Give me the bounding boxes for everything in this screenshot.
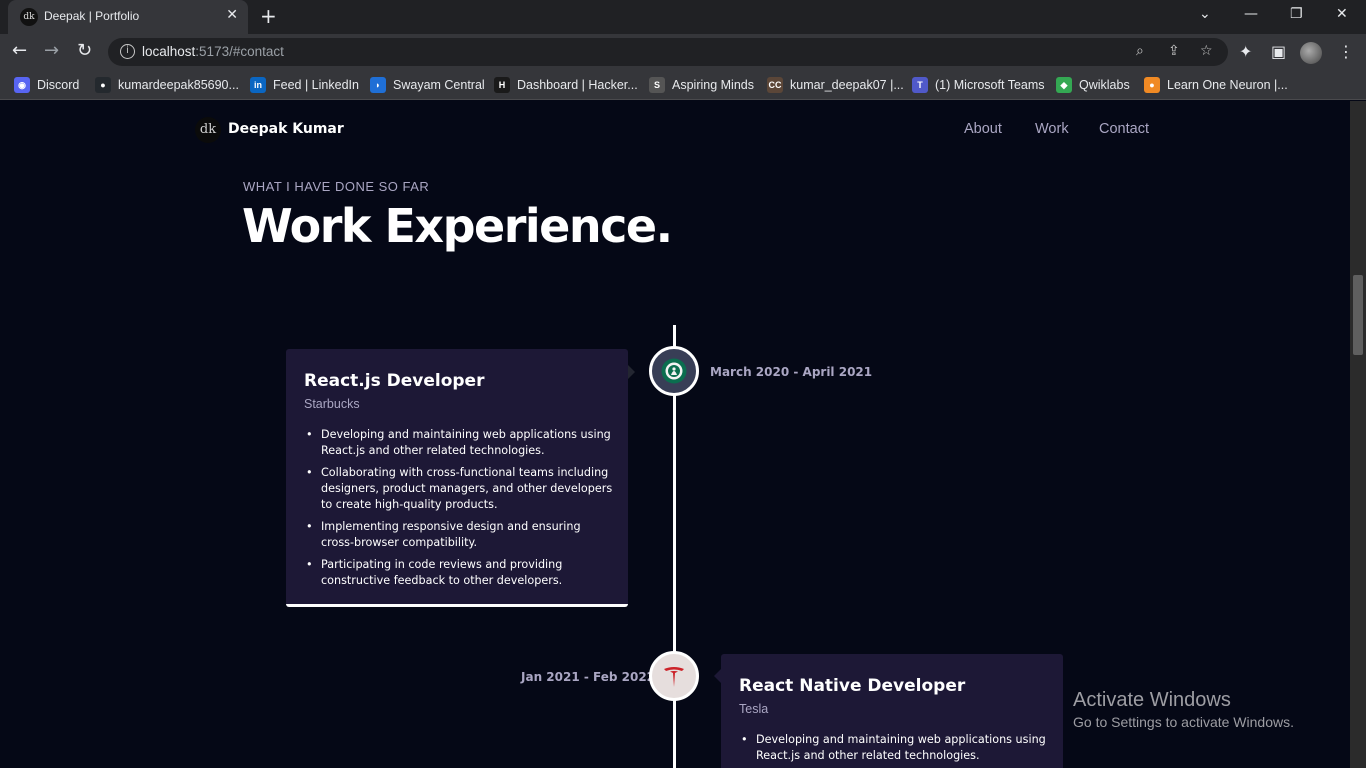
- starbucks-icon: [661, 358, 687, 384]
- experience-title: React Native Developer: [739, 676, 966, 696]
- experience-points: Developing and maintaining web applicati…: [304, 427, 616, 595]
- back-icon[interactable]: ←: [12, 40, 27, 61]
- watermark-subtitle: Go to Settings to activate Windows.: [1073, 714, 1294, 730]
- bookmark-item[interactable]: T (1) Microsoft Teams: [912, 76, 1045, 94]
- bookmarks-bar: ◉ Discord ● kumardeepak85690... in Feed | Lin…: [0, 70, 1366, 100]
- restore-icon[interactable]: ❐: [1290, 6, 1303, 22]
- close-tab-icon[interactable]: ✕: [226, 7, 238, 23]
- github-icon: ●: [95, 77, 111, 93]
- teams-icon: T: [912, 77, 928, 93]
- codechef-icon: CC: [767, 77, 783, 93]
- bookmark-label: (1) Microsoft Teams: [935, 78, 1045, 92]
- watermark-title: Activate Windows: [1073, 689, 1231, 711]
- forward-icon[interactable]: →: [44, 40, 59, 61]
- bookmark-label: Qwiklabs: [1079, 78, 1130, 92]
- zoom-icon[interactable]: ⌕: [1136, 43, 1144, 59]
- bookmark-label: Feed | LinkedIn: [273, 78, 359, 92]
- oneneuron-icon: ●: [1144, 77, 1160, 93]
- bookmark-item[interactable]: ● kumardeepak85690...: [95, 76, 239, 94]
- tab-favicon-icon: dk: [20, 8, 38, 26]
- browser-toolbar: ← → ↻ i localhost:5173/#contact ⌕ ⇪ ☆ ✦ …: [0, 34, 1366, 70]
- tesla-icon: [664, 667, 684, 687]
- site-info-icon[interactable]: i: [120, 44, 135, 59]
- experience-card-starbucks: React.js Developer Starbucks Developing …: [286, 349, 628, 607]
- experience-point: Implementing responsive design and ensur…: [304, 519, 616, 551]
- profile-avatar[interactable]: [1300, 42, 1322, 64]
- experience-title: React.js Developer: [304, 371, 485, 391]
- minimize-icon[interactable]: —: [1244, 6, 1258, 22]
- tab-title: Deepak | Portfolio: [44, 9, 140, 23]
- timeline-node: [649, 651, 699, 701]
- windows-activation-watermark: Activate Windows Go to Settings to activ…: [1073, 689, 1294, 730]
- nav-work[interactable]: Work: [1035, 121, 1069, 137]
- experience-point: Participating in code reviews and provid…: [304, 557, 616, 589]
- reload-icon[interactable]: ↻: [77, 40, 92, 61]
- tab-search-chevron-icon[interactable]: ⌄: [1199, 6, 1211, 22]
- linkedin-icon: in: [250, 77, 266, 93]
- experience-company: Starbucks: [304, 397, 360, 411]
- hackerrank-icon: H: [494, 77, 510, 93]
- bookmark-label: Dashboard | Hacker...: [517, 78, 638, 92]
- card-arrow: [628, 365, 635, 379]
- page-scrollbar[interactable]: [1350, 101, 1366, 768]
- bookmark-label: Aspiring Minds: [672, 78, 754, 92]
- swayam-icon: ◗: [370, 77, 386, 93]
- browser-tab-bar: dk Deepak | Portfolio ✕ + ⌄ — ❐ ✕: [0, 0, 1366, 34]
- nav-about[interactable]: About: [964, 121, 1002, 137]
- experience-date: Jan 2021 - Feb 2022: [521, 670, 656, 684]
- bookmark-label: Swayam Central: [393, 78, 485, 92]
- url-text: localhost:5173/#contact: [142, 44, 284, 59]
- bookmark-star-icon[interactable]: ☆: [1200, 43, 1213, 59]
- bookmark-item[interactable]: in Feed | LinkedIn: [250, 76, 359, 94]
- discord-icon: ◉: [14, 77, 30, 93]
- bookmark-item[interactable]: S Aspiring Minds: [649, 76, 754, 94]
- side-panel-icon[interactable]: ▣: [1271, 42, 1286, 61]
- bookmark-item[interactable]: ● Learn One Neuron |...: [1144, 76, 1288, 94]
- qwiklabs-icon: ◆: [1056, 77, 1072, 93]
- bookmark-item[interactable]: CC kumar_deepak07 |...: [767, 76, 904, 94]
- close-window-icon[interactable]: ✕: [1336, 6, 1348, 22]
- portfolio-page: dk Deepak Kumar About Work Contact WHAT …: [0, 101, 1350, 768]
- aspiring-minds-icon: S: [649, 77, 665, 93]
- bookmark-item[interactable]: ◗ Swayam Central: [370, 76, 485, 94]
- experience-point: Collaborating with cross-functional team…: [304, 465, 616, 513]
- section-subtitle: WHAT I HAVE DONE SO FAR: [243, 179, 430, 194]
- experience-company: Tesla: [739, 702, 769, 716]
- new-tab-icon[interactable]: +: [260, 4, 277, 28]
- timeline-node: [649, 346, 699, 396]
- experience-card-tesla: React Native Developer Tesla Developing …: [721, 654, 1063, 768]
- extensions-icon[interactable]: ✦: [1239, 42, 1252, 61]
- scrollbar-thumb[interactable]: [1353, 275, 1363, 355]
- bookmark-label: kumardeepak85690...: [118, 78, 239, 92]
- card-arrow: [714, 669, 721, 683]
- bookmark-label: Discord: [37, 78, 80, 92]
- bookmark-item[interactable]: H Dashboard | Hacker...: [494, 76, 638, 94]
- menu-icon[interactable]: ⋮: [1338, 42, 1354, 61]
- bookmark-label: Learn One Neuron |...: [1167, 78, 1288, 92]
- experience-points: Developing and maintaining web applicati…: [739, 732, 1051, 768]
- logo-icon[interactable]: dk: [195, 117, 221, 143]
- experience-date: March 2020 - April 2021: [710, 365, 873, 379]
- experience-point: Developing and maintaining web applicati…: [739, 732, 1051, 764]
- address-bar[interactable]: i localhost:5173/#contact ⌕ ⇪ ☆: [108, 38, 1228, 66]
- experience-point: Developing and maintaining web applicati…: [304, 427, 616, 459]
- bookmark-item[interactable]: ◆ Qwiklabs: [1056, 76, 1130, 94]
- brand-name[interactable]: Deepak Kumar: [228, 121, 344, 137]
- bookmark-item[interactable]: ◉ Discord: [14, 76, 79, 94]
- bookmark-label: kumar_deepak07 |...: [790, 78, 904, 92]
- nav-contact[interactable]: Contact: [1099, 121, 1149, 137]
- section-heading: Work Experience.: [242, 199, 673, 253]
- share-icon[interactable]: ⇪: [1168, 43, 1180, 59]
- browser-tab[interactable]: dk Deepak | Portfolio ✕: [8, 0, 248, 34]
